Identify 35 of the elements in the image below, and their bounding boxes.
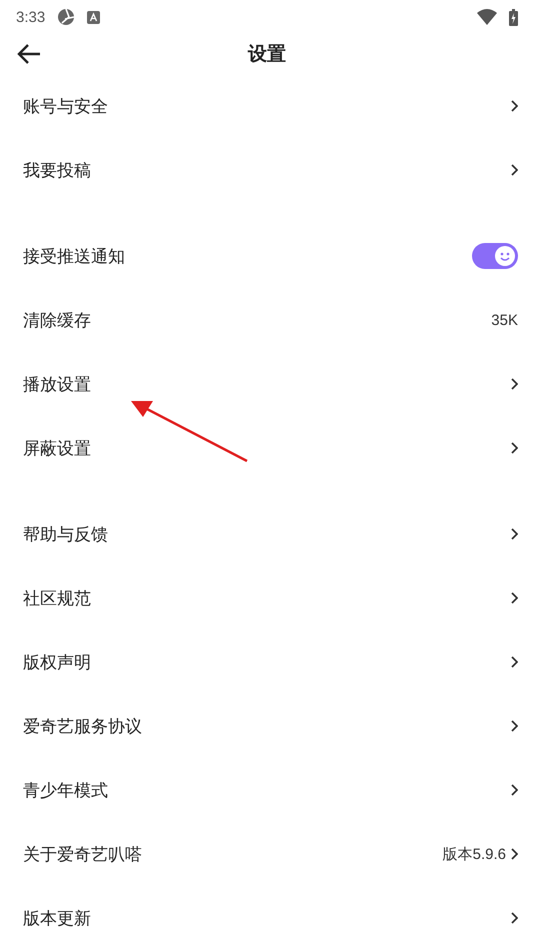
wifi-icon [477,9,497,25]
settings-item[interactable]: 我要投稿 [23,158,506,182]
settings-item[interactable]: 清除缓存 [23,308,492,332]
settings-item[interactable]: 播放设置 [23,372,506,396]
settings-item[interactable]: 社区规范 [23,586,506,610]
chevron-right-icon [510,100,518,112]
battery-icon [509,8,518,26]
settings-item[interactable]: 帮助与反馈 [23,522,506,546]
chevron-right-icon [510,656,518,668]
settings-item[interactable]: 关于爱奇艺叭嗒 [23,842,443,866]
cache-size: 35K [491,312,518,328]
status-time: 3:33 [16,8,46,26]
settings-item[interactable]: 版本更新 [23,906,506,930]
settings-item[interactable]: 账号与安全 [23,94,506,118]
chevron-right-icon [510,592,518,604]
push-toggle[interactable] [472,243,518,269]
chevron-right-icon [510,528,518,540]
settings-item[interactable]: 接受推送通知 [23,244,472,268]
settings-item[interactable]: 青少年模式 [23,778,506,802]
back-icon[interactable] [16,42,42,66]
keyboard-icon [87,10,100,24]
chevron-right-icon [510,164,518,176]
chevron-right-icon [510,720,518,732]
page-title: 设置 [248,42,286,67]
chevron-right-icon [510,912,518,924]
chevron-right-icon [510,378,518,390]
smiley-icon [495,246,515,266]
settings-item[interactable]: 爱奇艺服务协议 [23,714,506,738]
settings-item[interactable]: 屏蔽设置 [23,436,506,460]
chevron-right-icon [510,784,518,796]
settings-item[interactable]: 版权声明 [23,650,506,674]
chevron-right-icon [510,848,518,860]
chevron-right-icon [510,442,518,454]
aperture-icon [57,8,76,26]
version-text: 版本5.9.6 [442,844,506,864]
